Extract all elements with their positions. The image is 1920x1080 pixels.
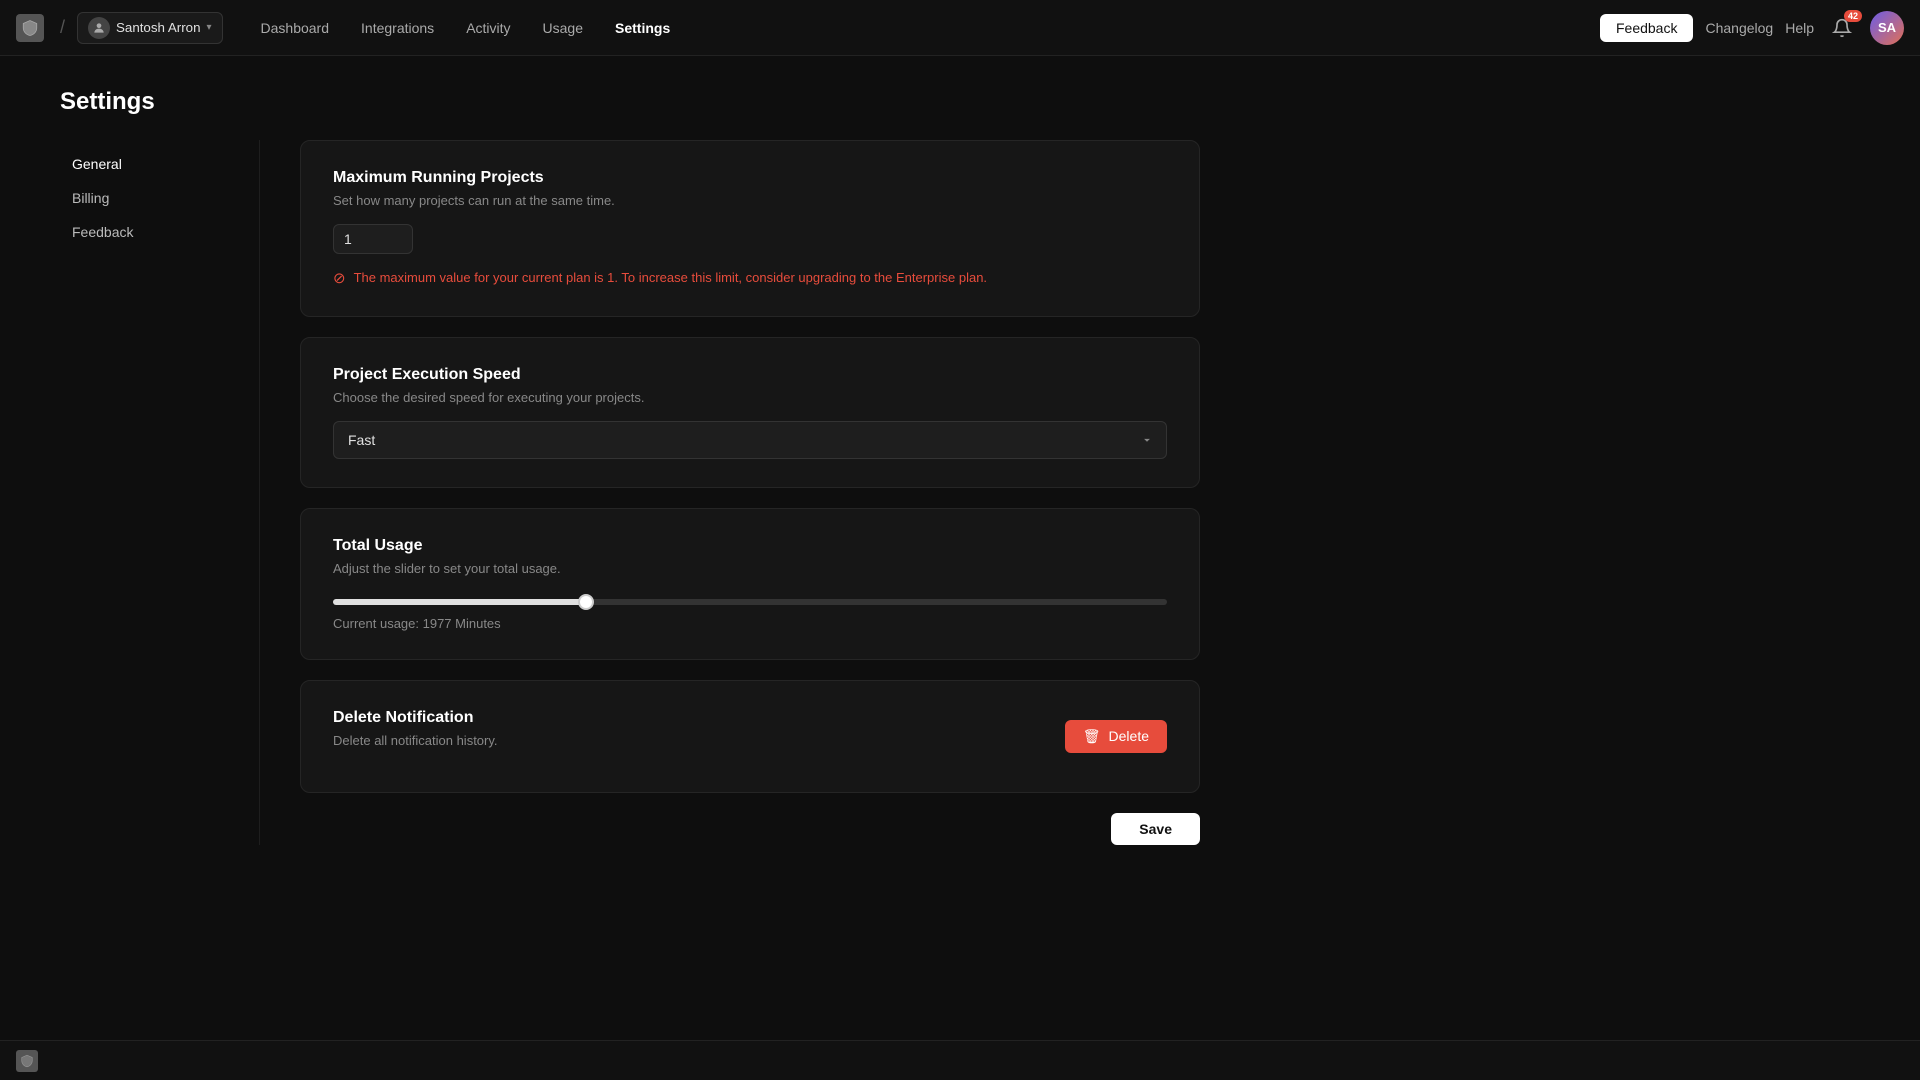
nav-integrations[interactable]: Integrations — [347, 14, 448, 42]
save-button[interactable]: Save — [1111, 813, 1200, 845]
delete-notification-card: Delete Notification Delete all notificat… — [300, 680, 1200, 793]
help-link[interactable]: Help — [1785, 20, 1814, 36]
nav-activity[interactable]: Activity — [452, 14, 524, 42]
topnav-right: Feedback Changelog Help 42 SA — [1600, 11, 1904, 45]
warning-text: The maximum value for your current plan … — [354, 268, 987, 288]
usage-slider[interactable] — [333, 599, 1167, 605]
settings-main: Maximum Running Projects Set how many pr… — [260, 140, 1200, 845]
content-layout: General Billing Feedback Maximum Running… — [60, 140, 1860, 845]
total-usage-desc: Adjust the slider to set your total usag… — [333, 561, 1167, 576]
save-row: Save — [300, 813, 1200, 845]
user-avatar[interactable]: SA — [1870, 11, 1904, 45]
bottom-bar — [0, 1040, 1920, 1080]
total-usage-title: Total Usage — [333, 537, 1167, 555]
current-usage-label: Current usage: 1977 Minutes — [333, 616, 1167, 631]
warning-icon: ⊘ — [333, 269, 346, 287]
workspace-chevron-icon: ▾ — [206, 22, 211, 33]
max-running-desc: Set how many projects can run at the sam… — [333, 193, 1167, 208]
max-running-input[interactable] — [333, 224, 413, 254]
nav-links: Dashboard Integrations Activity Usage Se… — [247, 14, 1592, 42]
execution-speed-desc: Choose the desired speed for executing y… — [333, 390, 1167, 405]
logo-area — [16, 14, 44, 42]
workspace-switcher[interactable]: Santosh Arron ▾ — [77, 12, 223, 44]
sidebar-item-general[interactable]: General — [60, 148, 235, 180]
execution-speed-card: Project Execution Speed Choose the desir… — [300, 337, 1200, 488]
slider-container — [333, 592, 1167, 608]
feedback-button[interactable]: Feedback — [1600, 14, 1693, 42]
changelog-link[interactable]: Changelog — [1705, 20, 1773, 36]
delete-notification-button[interactable]: 🗑 Delete — [1065, 720, 1167, 753]
max-running-projects-card: Maximum Running Projects Set how many pr… — [300, 140, 1200, 317]
execution-speed-select[interactable]: Fast Medium Slow — [333, 421, 1167, 459]
max-running-title: Maximum Running Projects — [333, 169, 1167, 187]
settings-sidebar: General Billing Feedback — [60, 140, 260, 845]
notification-badge: 42 — [1844, 10, 1862, 22]
total-usage-card: Total Usage Adjust the slider to set you… — [300, 508, 1200, 660]
delete-notification-desc: Delete all notification history. — [333, 733, 498, 748]
nav-dashboard[interactable]: Dashboard — [247, 14, 344, 42]
delete-notification-title: Delete Notification — [333, 709, 498, 727]
app-logo-icon — [16, 14, 44, 42]
notification-button[interactable]: 42 — [1826, 12, 1858, 44]
execution-speed-title: Project Execution Speed — [333, 366, 1167, 384]
nav-usage[interactable]: Usage — [529, 14, 597, 42]
delete-btn-label: Delete — [1109, 728, 1149, 744]
page-title: Settings — [60, 88, 1860, 116]
sidebar-item-feedback[interactable]: Feedback — [60, 216, 235, 248]
workspace-name: Santosh Arron — [116, 20, 200, 35]
warning-row: ⊘ The maximum value for your current pla… — [333, 268, 1167, 288]
trash-icon: 🗑 — [1083, 728, 1101, 745]
delete-notification-info: Delete Notification Delete all notificat… — [333, 709, 498, 764]
sidebar-item-billing[interactable]: Billing — [60, 182, 235, 214]
bottom-logo-icon — [16, 1050, 38, 1072]
top-navigation: / Santosh Arron ▾ Dashboard Integrations… — [0, 0, 1920, 56]
workspace-avatar — [88, 17, 110, 39]
nav-settings[interactable]: Settings — [601, 14, 684, 42]
nav-separator: / — [60, 17, 65, 38]
page-content: Settings General Billing Feedback Maximu… — [0, 56, 1920, 877]
